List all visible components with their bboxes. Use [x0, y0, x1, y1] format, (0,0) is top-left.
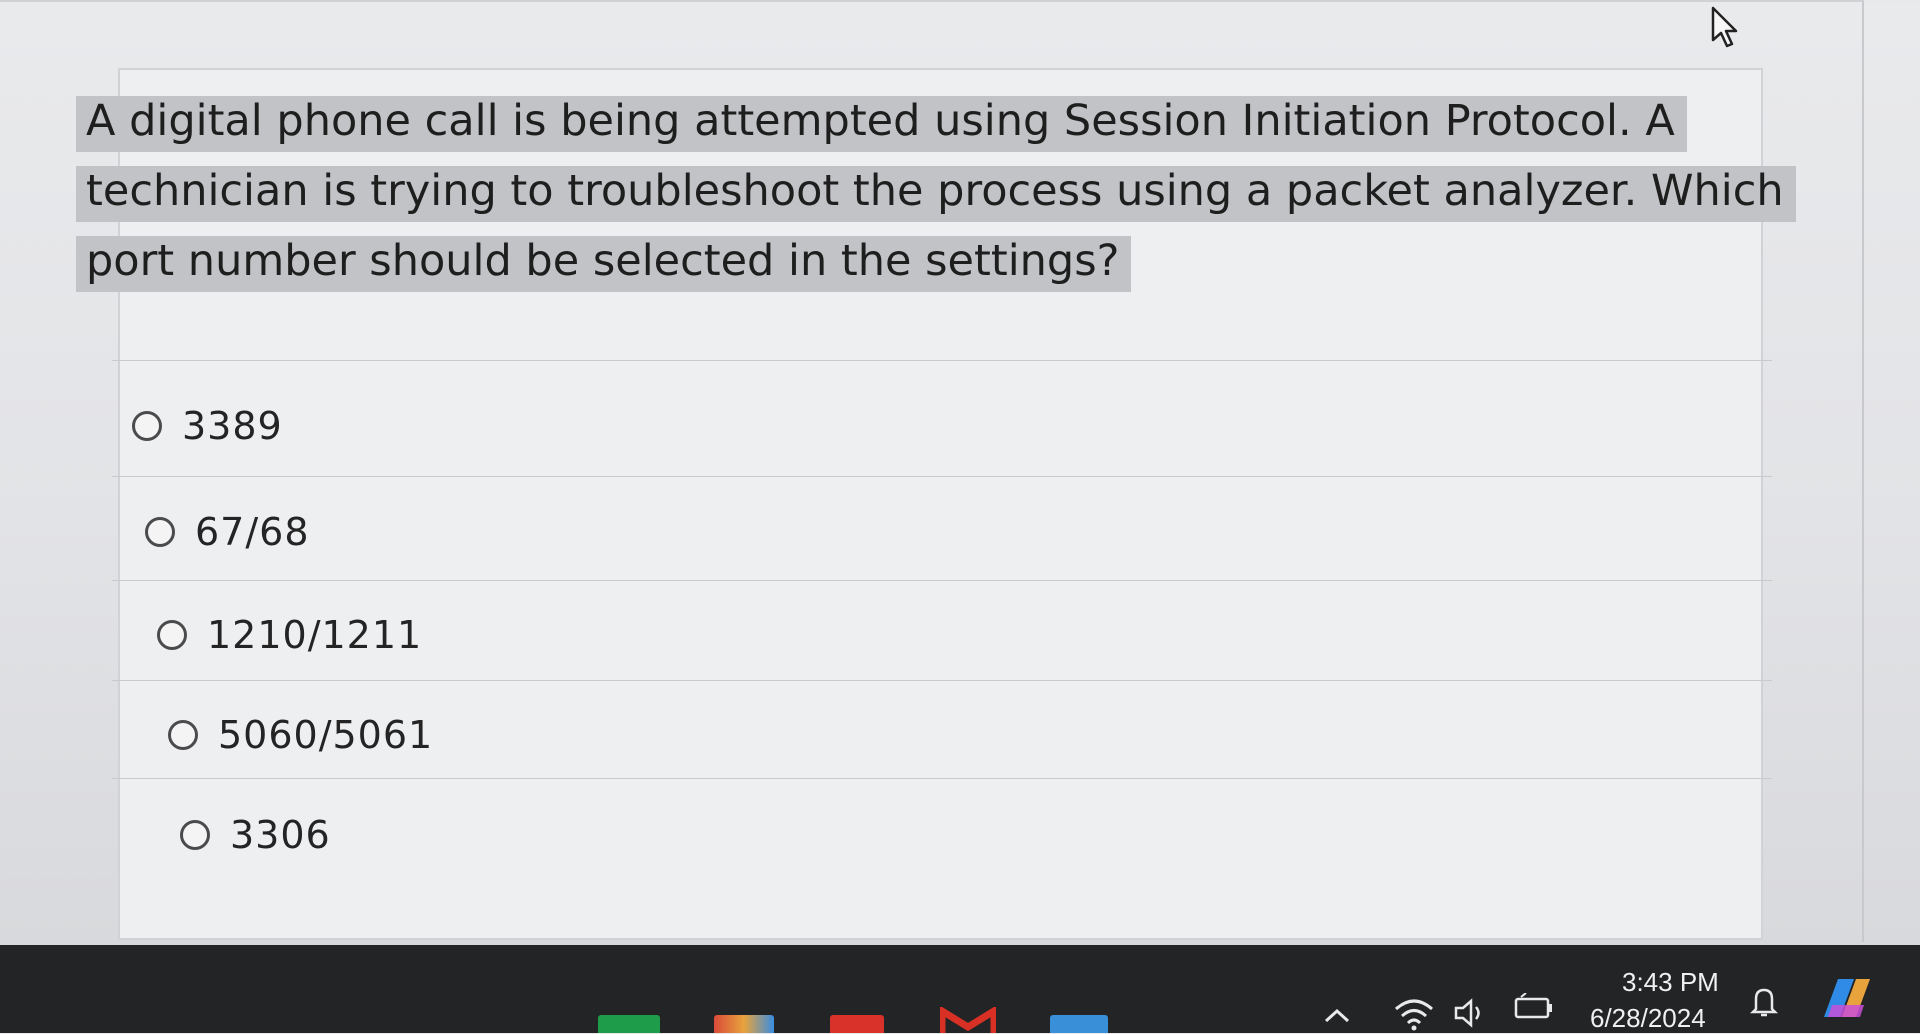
option-3389[interactable]: 3389	[132, 401, 283, 451]
taskbar-app-office[interactable]	[830, 1015, 884, 1033]
radio-button[interactable]	[157, 620, 187, 650]
radio-button[interactable]	[168, 720, 198, 750]
battery-icon[interactable]	[1512, 993, 1556, 1023]
taskbar: 3:43 PM 6/28/2024	[0, 945, 1920, 1033]
taskbar-app-green[interactable]	[598, 1015, 660, 1033]
option-label: 1210/1211	[207, 613, 423, 657]
notification-bell-icon[interactable]	[1748, 985, 1780, 1019]
clock-time[interactable]: 3:43 PM	[1622, 967, 1719, 998]
option-1210-1211[interactable]: 1210/1211	[157, 610, 422, 660]
wifi-icon[interactable]	[1392, 995, 1436, 1031]
divider	[112, 476, 1772, 477]
taskbar-app-colorful[interactable]	[714, 1015, 774, 1033]
divider	[112, 360, 1772, 361]
option-label: 3389	[182, 404, 283, 448]
mouse-pointer-icon	[1711, 6, 1738, 48]
question-text: A digital phone call is being attempted …	[76, 86, 1796, 296]
option-5060-5061[interactable]: 5060/5061	[168, 710, 433, 760]
taskbar-app-photos[interactable]	[1050, 1015, 1108, 1033]
radio-button[interactable]	[180, 820, 210, 850]
option-label: 5060/5061	[218, 713, 434, 757]
divider	[112, 580, 1772, 581]
copilot-icon[interactable]	[1818, 973, 1876, 1023]
radio-button[interactable]	[145, 517, 175, 547]
divider	[112, 778, 1772, 779]
speaker-icon[interactable]	[1452, 997, 1488, 1029]
option-label: 3306	[230, 813, 331, 857]
option-3306[interactable]: 3306	[180, 810, 331, 860]
divider	[112, 680, 1772, 681]
gmail-icon[interactable]	[940, 1007, 996, 1033]
option-67-68[interactable]: 67/68	[145, 507, 310, 557]
radio-button[interactable]	[132, 411, 162, 441]
option-label: 67/68	[195, 510, 310, 554]
chevron-up-icon[interactable]	[1322, 1005, 1352, 1025]
clock-date[interactable]: 6/28/2024	[1590, 1003, 1706, 1034]
question-text-highlight: A digital phone call is being attempted …	[76, 96, 1796, 292]
